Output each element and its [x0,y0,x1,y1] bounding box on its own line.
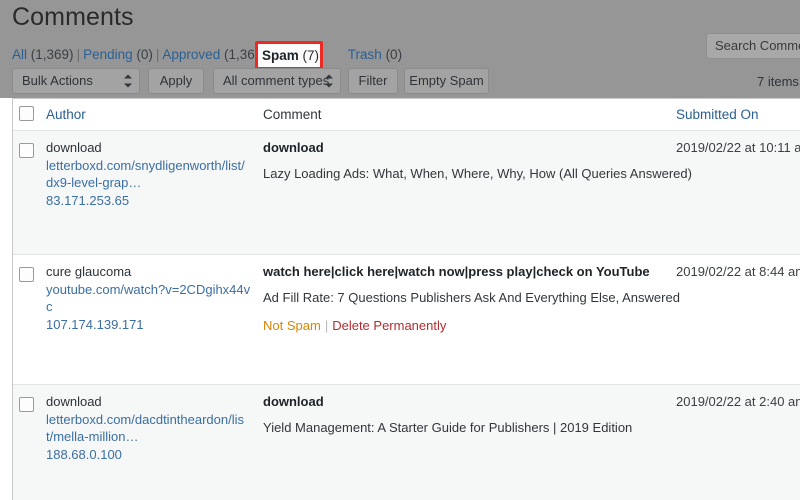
action-separator: | [321,318,332,333]
author-ip[interactable]: 107.174.139.171 [46,316,251,333]
comment-body: Ad Fill Rate: 7 Questions Publishers Ask… [263,289,673,307]
items-count: 7 items [757,72,799,92]
comment-types-select[interactable]: All comment types [213,68,341,94]
comments-table: Author Comment Submitted On download let… [12,98,800,500]
status-link-trash-label[interactable]: Trash [348,47,382,62]
column-header-date[interactable]: Submitted On [676,106,759,124]
author-url[interactable]: letterboxd.com/snydligenworth/list/dx9-l… [46,157,251,192]
author-cell: cure glaucoma youtube.com/watch?v=2CDgih… [46,263,251,333]
search-input[interactable]: Search Comments [706,33,800,59]
status-link-all-label[interactable]: All [12,47,27,62]
row-checkbox[interactable] [19,397,34,412]
author-url[interactable]: youtube.com/watch?v=2CDgihx44vc [46,281,251,316]
status-link-all[interactable]: All (1,369) [12,47,74,62]
select-all-checkbox[interactable] [19,106,34,121]
column-header-author[interactable]: Author [46,106,86,124]
not-spam-link[interactable]: Not Spam [263,318,321,333]
comment-title: download [263,139,673,165]
comment-types-label: All comment types [223,73,329,88]
status-filter-links: All (1,369)|Pending (0)|Approved (1,369)… [12,45,402,65]
status-separator-1: | [74,47,84,62]
status-link-approved[interactable]: Approved (1,369) [162,47,266,62]
status-link-approved-label[interactable]: Approved [162,47,220,62]
status-link-spam-count: (7) [303,48,320,63]
table-header-row: Author Comment Submitted On [13,99,800,131]
row-checkbox[interactable] [19,143,34,158]
author-name: download [46,393,251,411]
comment-body: Lazy Loading Ads: What, When, Where, Why… [263,165,673,183]
filter-button[interactable]: Filter [348,68,398,94]
select-arrows-icon [124,75,132,88]
author-cell: download letterboxd.com/snydligenworth/l… [46,139,251,209]
author-name: cure glaucoma [46,263,251,281]
apply-button[interactable]: Apply [148,68,204,94]
comment-cell: download Lazy Loading Ads: What, When, W… [263,139,673,183]
status-link-spam-label: Spam [262,48,299,63]
page-title: Comments [12,2,134,32]
row-checkbox[interactable] [19,267,34,282]
table-row[interactable]: cure glaucoma youtube.com/watch?v=2CDgih… [13,255,800,385]
column-header-comment: Comment [263,106,322,124]
author-ip[interactable]: 188.68.0.100 [46,446,251,463]
author-ip[interactable]: 83.171.253.65 [46,192,251,209]
delete-permanently-link[interactable]: Delete Permanently [332,318,446,333]
comment-body: Yield Management: A Starter Guide for Pu… [263,419,673,437]
status-link-pending[interactable]: Pending (0) [83,47,153,62]
submitted-on-date[interactable]: 2019/02/22 at 2:40 am [676,393,800,411]
submitted-on-date[interactable]: 2019/02/22 at 8:44 am [676,263,800,281]
status-link-pending-label[interactable]: Pending [83,47,133,62]
comment-cell: download Yield Management: A Starter Gui… [263,393,673,437]
row-actions: Not Spam|Delete Permanently [263,307,673,335]
table-navigation-top: Bulk Actions Apply All comment types Fil… [0,68,800,98]
bulk-actions-select[interactable]: Bulk Actions [12,68,140,94]
table-row[interactable]: download letterboxd.com/snydligenworth/l… [13,131,800,255]
table-row[interactable]: download letterboxd.com/dacdtintheardon/… [13,385,800,500]
comments-admin-screen: Comments All (1,369)|Pending (0)|Approve… [0,0,800,500]
status-link-spam[interactable]: Spam (7) [262,46,319,65]
comment-title: download [263,393,673,419]
author-cell: download letterboxd.com/dacdtintheardon/… [46,393,251,463]
status-link-trash[interactable]: Trash (0) [348,47,402,62]
status-link-trash-count: (0) [386,47,403,62]
author-name: download [46,139,251,157]
comment-title: watch here|click here|watch now|press pl… [263,263,673,289]
author-url[interactable]: letterboxd.com/dacdtintheardon/list/mell… [46,411,251,446]
status-link-all-count: (1,369) [31,47,74,62]
empty-spam-button[interactable]: Empty Spam [404,68,489,94]
comment-cell: watch here|click here|watch now|press pl… [263,263,673,335]
page-header-zone: Comments All (1,369)|Pending (0)|Approve… [0,0,800,98]
bulk-actions-label: Bulk Actions [22,73,93,88]
status-link-pending-count: (0) [136,47,153,62]
status-separator-2: | [153,47,163,62]
submitted-on-date[interactable]: 2019/02/22 at 10:11 am [676,139,800,157]
select-arrows-icon [325,75,333,88]
